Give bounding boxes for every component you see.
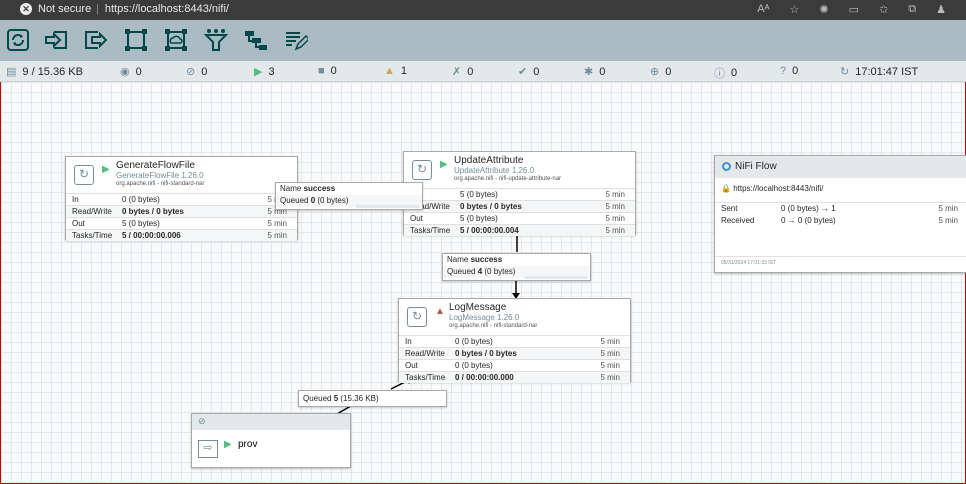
split-screen-icon[interactable]: ▭: [849, 3, 859, 16]
stale-icon: ⊕: [650, 66, 660, 78]
processor-logmessage[interactable]: ↻ ▲ LogMessage LogMessage 1.26.0 org.apa…: [398, 298, 631, 383]
browser-address-bar: ✕ Not secure | https://localhost:8443/nif…: [0, 0, 966, 20]
running-icon: ▶: [440, 159, 448, 170]
rpg-url: https://localhost:8443/nifi/: [733, 184, 824, 193]
security-indicator[interactable]: ✕ Not secure: [20, 3, 91, 15]
processor-bundle: org.apache.nifi - nifi-standard-nar: [116, 181, 205, 187]
status-queued: ▤ 9 / 15.36 KB: [6, 65, 83, 79]
stat-row-tasks: Tasks/Time 5 / 00:00:00.004 5 min: [404, 224, 635, 236]
status-stale: ⊕ 0: [650, 65, 672, 79]
input-port-icon[interactable]: [44, 28, 68, 52]
connection-label-success-2[interactable]: Name success Queued 4 (0 bytes): [442, 253, 591, 281]
stat-row-readwrite: Read/Write 0 bytes / 0 bytes 5 min: [399, 347, 630, 359]
status-transmitting: ◉ 0: [120, 65, 142, 79]
processor-name: UpdateAttribute: [454, 155, 524, 166]
remote-process-group[interactable]: NiFi Flow 🔒 https://localhost:8443/nifi/…: [714, 155, 966, 273]
processor-name: GenerateFlowFile: [116, 160, 195, 171]
not-transmitting-icon: ⊘: [186, 66, 196, 78]
processor-version: GenerateFlowFile 1.26.0: [116, 171, 204, 180]
processor-generateflowfile[interactable]: ↻ ▶ GenerateFlowFile GenerateFlowFile 1.…: [65, 156, 298, 241]
transmitting-status-icon: [722, 162, 731, 171]
refresh-icon[interactable]: ↻: [840, 65, 849, 78]
stat-row-in: In0 (0 bytes)5 min: [399, 335, 630, 347]
running-icon: ▶: [102, 164, 110, 175]
stat-row-in: In5 (0 bytes)5 min: [404, 188, 635, 200]
url-text: https://localhost:8443/nifi/: [104, 3, 229, 15]
remote-process-group-icon[interactable]: [164, 28, 188, 52]
output-port-prov[interactable]: ⊘ ⇨ ▶ prov: [191, 413, 351, 468]
status-last-refreshed: ↻ 17:01:47 IST: [840, 65, 919, 79]
stat-row-readwrite: Read/Write 0 bytes / 0 bytes 5 min: [404, 200, 635, 212]
flow-status-bar: ▤ 9 / 15.36 KB ◉ 0 ⊘ 0 ▶ 3 ■ 0 ▲ 1 ✗ 0 ✔ 0 ✱ 0 ⊕ 0…: [0, 61, 966, 82]
status-up-to-date: ✔ 0: [518, 65, 540, 79]
connection-label-queued[interactable]: Queued 5 (15.36 KB): [298, 390, 447, 407]
status-disabled: ✗ 0: [452, 65, 474, 79]
queue-bar: [525, 276, 587, 279]
connection-label-success-1[interactable]: Name success Queued 0 (0 bytes): [275, 182, 423, 210]
status-invalid: ▲ 1: [384, 65, 408, 77]
processor-name: LogMessage: [449, 302, 507, 313]
status-locally-modified: ✱ 0: [584, 65, 606, 79]
output-port-icon: ⇨: [198, 440, 218, 458]
processor-version: UpdateAttribute 1.26.0: [454, 166, 535, 175]
security-label: Not secure: [38, 3, 92, 15]
rpg-title: NiFi Flow: [735, 161, 777, 172]
stat-row-out: Out 5 (0 bytes) 5 min: [404, 212, 635, 224]
queue-bar: [356, 205, 420, 208]
collections-icon[interactable]: ⧉: [908, 3, 916, 16]
stat-row-readwrite: Read/Write 0 bytes / 0 bytes 5 min: [66, 205, 297, 217]
not-transmitting-icon: ⊘: [198, 416, 206, 426]
component-toolbar: [0, 20, 966, 61]
disabled-icon: ✗: [452, 66, 462, 78]
warning-icon: ▲: [435, 306, 445, 317]
processor-bundle: org.apache.nifi - nifi-update-attribute-…: [454, 176, 562, 182]
warning-icon: ▲: [384, 65, 395, 77]
flow-canvas[interactable]: ↻ ▶ GenerateFlowFile GenerateFlowFile 1.…: [0, 82, 966, 484]
favorite-star-icon[interactable]: ☆: [790, 3, 800, 16]
status-running: ▶ 3: [254, 65, 275, 79]
running-icon: ▶: [224, 439, 232, 450]
status-not-transmitting: ⊘ 0: [186, 65, 208, 79]
processor-type-icon: ↻: [412, 160, 432, 180]
info-icon: ⓘ: [714, 68, 725, 80]
transmitting-icon: ◉: [120, 66, 130, 78]
status-sync-failure: ⓘ 0: [714, 67, 738, 80]
stat-row-out: Out 5 (0 bytes) 5 min: [66, 217, 297, 229]
status-unknown: ? 0: [780, 65, 799, 77]
profile-icon[interactable]: ♟: [936, 3, 946, 16]
funnel-icon[interactable]: [203, 28, 229, 52]
not-secure-icon: ✕: [20, 3, 32, 15]
url-field[interactable]: | https://localhost:8443/nifi/: [96, 3, 229, 15]
processor-type-icon: ↻: [74, 165, 94, 185]
asterisk-icon: ✱: [584, 66, 594, 78]
stat-row-tasks: Tasks/Time 5 / 00:00:00.006 5 min: [66, 229, 297, 241]
queued-icon: ▤: [6, 66, 17, 78]
processor-updateattribute[interactable]: ↻ ▶ UpdateAttribute UpdateAttribute 1.26…: [403, 151, 636, 236]
stopped-icon: ■: [318, 65, 325, 77]
connection-lines: [336, 234, 520, 415]
question-icon: ?: [780, 65, 787, 77]
output-port-icon[interactable]: [84, 28, 108, 52]
port-name: prov: [238, 439, 258, 450]
extensions-icon[interactable]: ✺: [819, 3, 828, 16]
rpg-timestamp: 05/31/2024 17:01:33 IST: [721, 260, 777, 266]
stat-row-tasks: Tasks/Time 0 / 00:00:00.000 5 min: [399, 371, 630, 383]
processor-icon[interactable]: [6, 28, 30, 52]
processor-type-icon: ↻: [407, 307, 427, 327]
label-icon[interactable]: [284, 28, 311, 52]
status-stopped: ■ 0: [318, 65, 337, 77]
browser-icons: Aᴬ ☆ ✺ ▭ ✩ ⧉ ♟: [757, 3, 946, 16]
read-aloud-icon[interactable]: Aᴬ: [757, 3, 769, 16]
processor-version: LogMessage 1.26.0: [449, 313, 520, 322]
stat-row-out: Out 0 (0 bytes) 5 min: [399, 359, 630, 371]
check-icon: ✔: [518, 66, 528, 78]
stat-row-in: In0 (0 bytes)5 min: [66, 193, 297, 205]
lock-icon: 🔒: [721, 184, 731, 193]
favorites-icon[interactable]: ✩: [879, 3, 888, 16]
process-group-icon[interactable]: [124, 28, 148, 52]
template-icon[interactable]: [244, 28, 268, 52]
processor-bundle: org.apache.nifi - nifi-standard-nar: [449, 323, 538, 329]
running-icon: ▶: [254, 66, 263, 78]
